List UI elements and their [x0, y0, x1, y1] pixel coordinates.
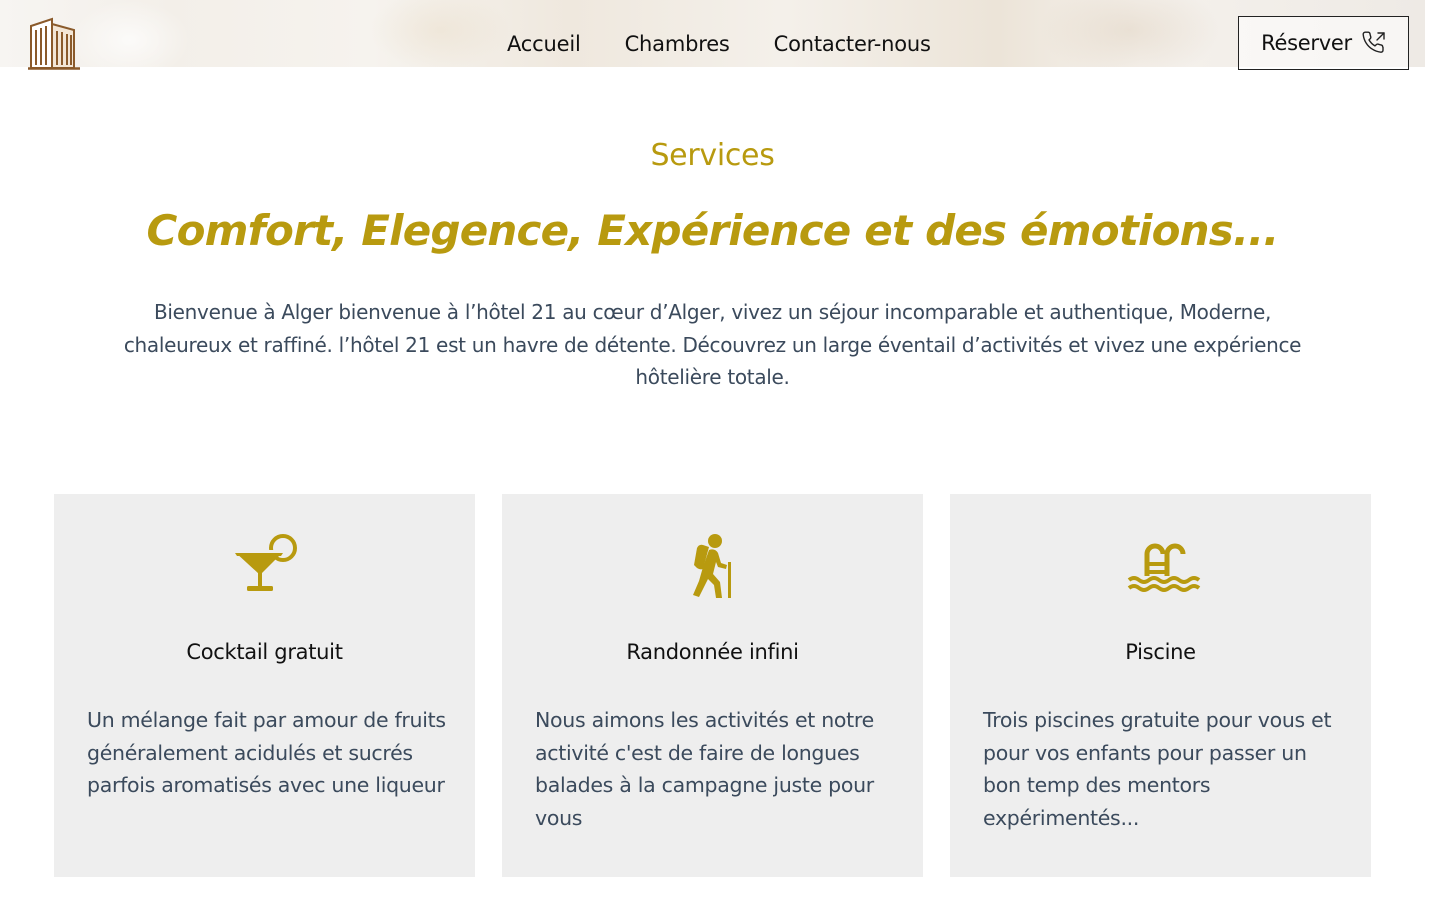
service-card-hiking: Randonnée infini Nous aimons les activit… [502, 494, 923, 877]
swimming-pool-icon [1127, 543, 1200, 592]
service-title: Randonnée infini [626, 640, 799, 664]
section-eyebrow: Services [650, 138, 775, 173]
service-title: Cocktail gratuit [186, 640, 343, 664]
service-card-pool: Piscine Trois piscines gratuite pour vou… [950, 494, 1371, 877]
reserve-button[interactable]: Réserver [1238, 16, 1409, 70]
service-title: Piscine [1125, 640, 1196, 664]
cocktail-icon [234, 534, 297, 591]
nav-link-chambres[interactable]: Chambres [625, 30, 730, 58]
site-header: Accueil Chambres Contacter-nous Réserver [0, 0, 1425, 70]
service-card-cocktail: Cocktail gratuit Un mélange fait par amo… [54, 494, 475, 877]
service-description: Un mélange fait par amour de fruits géné… [87, 708, 446, 797]
main-nav: Accueil Chambres Contacter-nous [507, 30, 931, 58]
hotel-building-icon[interactable] [28, 16, 80, 70]
nav-link-accueil[interactable]: Accueil [507, 30, 581, 58]
service-description: Trois piscines gratuite pour vous et pou… [983, 708, 1332, 830]
intro-paragraph: Bienvenue à Alger bienvenue à l’hôtel 21… [123, 300, 1302, 389]
phone-outgoing-icon [1362, 31, 1385, 53]
reserve-button-label: Réserver [1261, 31, 1352, 55]
nav-link-contact[interactable]: Contacter-nous [774, 30, 931, 58]
section-headline: Comfort, Elegence, Expérience et des émo… [146, 206, 1280, 255]
hiking-icon [692, 534, 731, 598]
service-description: Nous aimons les activités et notre activ… [535, 708, 874, 830]
